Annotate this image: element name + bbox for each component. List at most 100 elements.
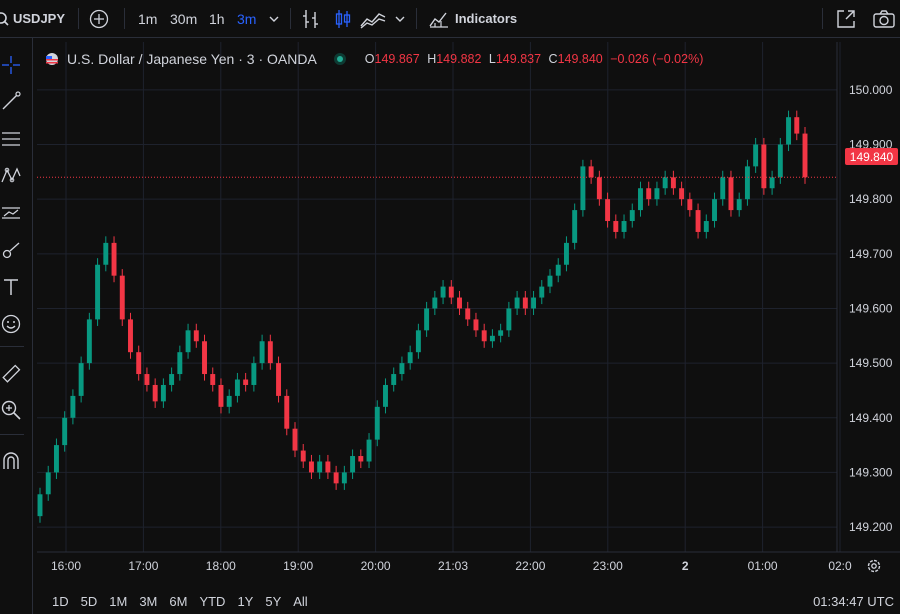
candle-body (53, 445, 59, 473)
ruler-tool[interactable] (0, 363, 22, 385)
interval-30m[interactable]: 30m (170, 0, 197, 37)
candle-body (531, 297, 537, 309)
forecast-tool[interactable] (0, 202, 22, 224)
range-bar: 1D 5D 1M 3M 6M YTD 1Y 5Y All 01:34:47 UT… (37, 588, 900, 614)
candle-body (514, 297, 520, 309)
candle-body (473, 319, 479, 331)
x-tick-label: 23:00 (593, 559, 623, 573)
chevron-down-icon (269, 16, 279, 22)
candle-body (563, 242, 569, 265)
candle-body (366, 439, 372, 462)
pattern-icon (1, 167, 21, 183)
fib-tool[interactable] (0, 128, 22, 150)
candle-body (539, 286, 545, 298)
compare-button[interactable] (89, 0, 109, 37)
range-all[interactable]: All (293, 594, 307, 609)
range-1d[interactable]: 1D (52, 594, 69, 609)
camera-icon (873, 9, 895, 28)
text-tool[interactable] (0, 276, 22, 298)
candle-body (399, 363, 405, 375)
candle-body (605, 199, 611, 222)
candle-body (744, 166, 750, 200)
zoom-tool[interactable] (0, 399, 22, 421)
close-value: 149.840 (557, 52, 603, 66)
area-style-button[interactable] (360, 0, 386, 37)
open-label: O (364, 52, 375, 66)
pattern-tool[interactable] (0, 165, 22, 187)
candle-body (670, 177, 676, 189)
bars-style-button[interactable] (301, 0, 321, 37)
candle-body (160, 384, 166, 402)
range-1y[interactable]: 1Y (237, 594, 253, 609)
range-ytd[interactable]: YTD (199, 594, 225, 609)
candle-body (333, 472, 339, 484)
candle-body (95, 264, 101, 320)
candle-body (267, 341, 273, 364)
magnet-tool[interactable] (0, 450, 22, 472)
candle-body (152, 384, 158, 402)
candles-icon (335, 9, 351, 28)
x-tick-label: 22:00 (515, 559, 545, 573)
utc-clock[interactable]: 01:34:47 UTC (813, 594, 894, 609)
symbol-full-name[interactable]: U.S. Dollar / Japanese Yen · 3 · OANDA (67, 51, 317, 67)
high-label: H (427, 52, 437, 66)
candle-body (185, 330, 191, 353)
interval-3m-active[interactable]: 3m (237, 0, 256, 37)
candles-style-button[interactable] (333, 0, 353, 37)
chart-pane[interactable]: 150.000 149.900 149.800 149.700 149.600 149.5… (37, 42, 900, 582)
candle-body (621, 221, 627, 232)
brush-tool[interactable] (0, 239, 22, 261)
candle-body (193, 330, 199, 342)
range-1m[interactable]: 1M (109, 594, 127, 609)
range-6m[interactable]: 6M (169, 594, 187, 609)
interval-1m[interactable]: 1m (138, 0, 157, 37)
interval-dropdown[interactable] (268, 0, 280, 37)
candle-body (662, 177, 668, 189)
candle-body (218, 384, 224, 407)
symbol-search[interactable]: USDJPY (0, 0, 65, 37)
crosshair-tool[interactable] (0, 54, 22, 76)
candle-body (555, 264, 561, 276)
y-tick-label: 149.400 (849, 411, 893, 425)
chart-legend: U.S. Dollar / Japanese Yen · 3 · OANDA O… (45, 49, 703, 69)
candle-body (572, 210, 578, 243)
snapshot-button[interactable] (873, 0, 895, 37)
candlestick-chart[interactable]: 150.000149.900149.800149.700149.600149.5… (37, 42, 900, 582)
trendline-icon (2, 91, 21, 110)
range-3m[interactable]: 3M (139, 594, 157, 609)
range-5y[interactable]: 5Y (265, 594, 281, 609)
range-5d[interactable]: 5D (81, 594, 98, 609)
candle-body (498, 330, 504, 336)
candle-body (177, 352, 183, 375)
candle-body (440, 286, 446, 298)
indicators-button[interactable]: Indicators (429, 0, 517, 37)
ohlc-values: O149.867 H149.882 L149.837 C149.840 −0.0… (365, 52, 704, 66)
candle-body (786, 117, 792, 145)
candle-body (78, 363, 84, 396)
x-tick-label: 19:00 (283, 559, 313, 573)
fullscreen-button[interactable] (836, 0, 856, 37)
candle-body (202, 341, 207, 375)
magnet-icon (3, 452, 19, 469)
gear-icon (867, 559, 881, 573)
trendline-tool[interactable] (0, 90, 22, 112)
chart-settings-button[interactable] (866, 558, 882, 579)
candle-body (580, 166, 586, 211)
emoji-tool[interactable] (0, 313, 22, 335)
x-tick-label: 21:03 (438, 559, 468, 573)
candle-body (308, 461, 314, 473)
candle-body (769, 177, 775, 189)
area-chart-icon (360, 12, 386, 29)
candle-body (646, 188, 652, 200)
candle-body (144, 374, 150, 385)
candle-body (794, 117, 800, 134)
candle-body (753, 144, 759, 167)
close-label: C (548, 52, 558, 66)
y-tick-label: 149.700 (849, 247, 893, 261)
bars-icon (303, 9, 318, 28)
candle-body (720, 177, 726, 200)
chart-type-dropdown[interactable] (394, 0, 406, 37)
y-tick-label: 149.600 (849, 301, 893, 315)
interval-1h[interactable]: 1h (209, 0, 225, 37)
candle-body (736, 199, 742, 211)
